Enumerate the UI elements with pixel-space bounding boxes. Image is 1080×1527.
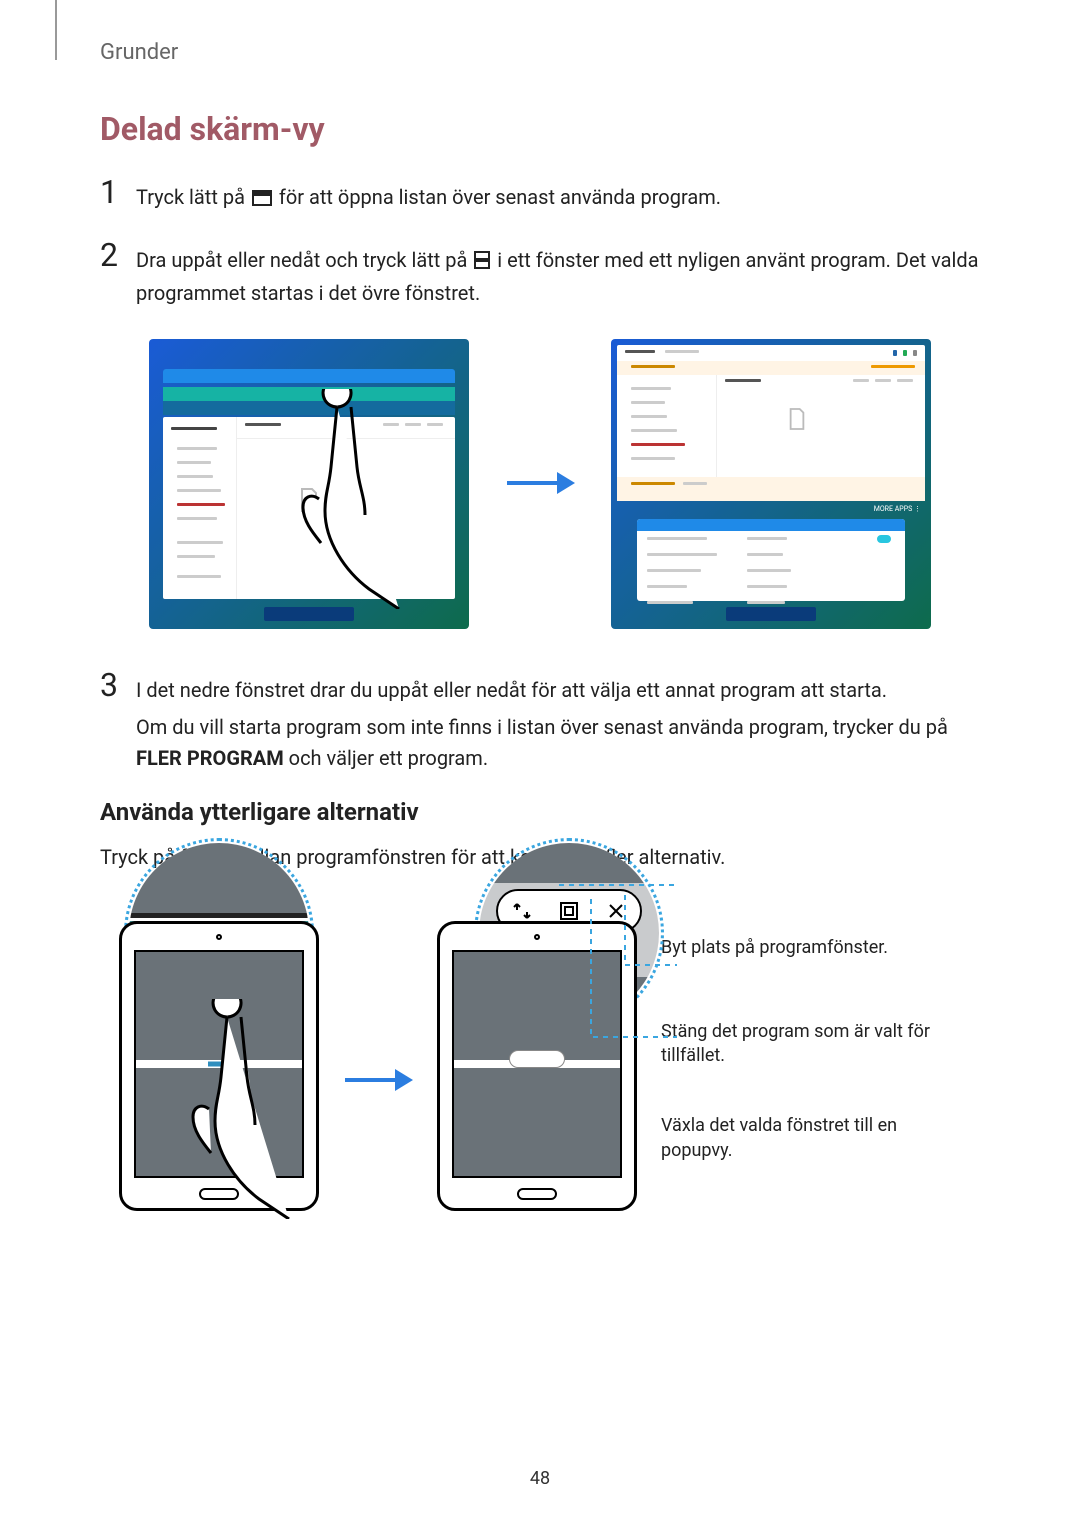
step-text-part: Tryck lätt på [136, 185, 250, 209]
figure-step2: MORE APPS ⋮ [100, 339, 980, 629]
swap-windows-icon [511, 900, 533, 922]
device-right-wrap [437, 921, 637, 1211]
callout-swap: Byt plats på programfönster. [661, 936, 961, 960]
page-content: Delad skärm-vy 1 Tryck lätt på för att ö… [100, 110, 980, 1211]
arrow-right-icon [505, 461, 575, 508]
step-text-part: för att öppna listan över senast använda… [279, 185, 721, 209]
screenshot-right: MORE APPS ⋮ [611, 339, 931, 629]
device-left-wrap [119, 921, 319, 1211]
section-title: Delad skärm-vy [100, 110, 980, 148]
step3-extra-prefix: Om du vill starta program som inte finns… [136, 715, 948, 739]
callout-popup: Växla det valda fönstret till en popupvy… [661, 1114, 961, 1163]
step3-extra-bold: FLER PROGRAM [136, 746, 284, 770]
step-body: I det nedre fönstret drar du uppåt eller… [136, 669, 980, 780]
step-body: Tryck lätt på för att öppna listan över … [136, 176, 721, 221]
header-rule [55, 0, 57, 60]
step-2: 2 Dra uppåt eller nedåt och tryck lätt p… [100, 239, 980, 315]
device-mockup [437, 921, 637, 1211]
step-number: 2 [100, 239, 136, 271]
step-body: Dra uppåt eller nedåt och tryck lätt på … [136, 239, 980, 315]
step-text-part: I det nedre fönstret drar du uppåt eller… [136, 678, 887, 702]
page-number: 48 [530, 1468, 550, 1489]
step-text-part: Dra uppåt eller nedåt och tryck lätt på [136, 248, 472, 272]
screenshot-left [149, 339, 469, 629]
step-3: 3 I det nedre fönstret drar du uppåt ell… [100, 669, 980, 780]
callout-close: Stäng det program som är valt för tillfä… [661, 1020, 961, 1069]
close-all-label [264, 607, 354, 621]
figure-options: Byt plats på programfönster. Stäng det p… [100, 891, 980, 1211]
arrow-right-icon [343, 1058, 413, 1105]
close-all-label [726, 607, 816, 621]
subheading: Använda ytterligare alternativ [100, 798, 980, 826]
split-view-icon [474, 247, 490, 278]
recent-apps-icon [252, 184, 272, 215]
device-mockup [119, 921, 319, 1211]
step-number: 1 [100, 176, 136, 208]
step-number: 3 [100, 669, 136, 701]
popup-window-icon [558, 900, 580, 922]
close-window-icon [605, 900, 627, 922]
callout-column: Byt plats på programfönster. Stäng det p… [661, 930, 961, 1211]
step3-extra-suffix: och väljer ett program. [284, 746, 488, 770]
step-1: 1 Tryck lätt på för att öppna listan öve… [100, 176, 980, 221]
breadcrumb: Grunder [100, 40, 178, 65]
